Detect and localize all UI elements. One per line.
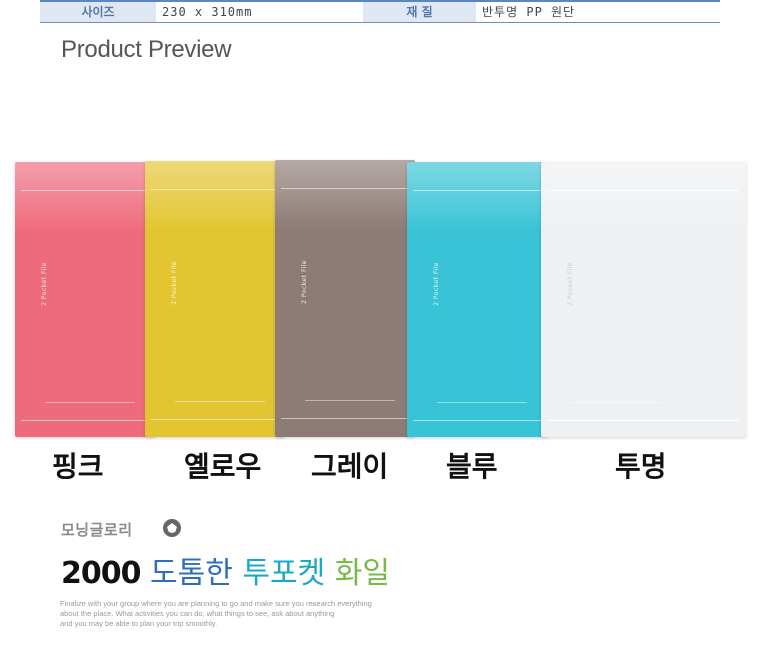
folder-gloss [541, 162, 746, 232]
spec-table: 사이즈 230 x 310mm 재 질 반투명 PP 원단 [40, 0, 720, 23]
product-headline: 2000 도톰한 투포켓 화일 [61, 548, 390, 592]
folder-line [151, 419, 279, 420]
headline-word-2: 투포켓 [242, 556, 326, 591]
folder-name-clear: 투명 [615, 450, 667, 483]
folder-spine-text: 2 Pocket File [567, 262, 574, 306]
folder-line [21, 420, 149, 421]
folder-spine-text: 2 Pocket File [41, 262, 48, 306]
folder-gloss [15, 162, 155, 232]
size-value: 230 x 310mm [162, 5, 253, 19]
folder-line [281, 188, 409, 189]
folder-gray: 2 Pocket File [275, 160, 415, 437]
folder-foot [175, 401, 265, 418]
folder-line [547, 190, 740, 191]
preview-title: Product Preview [61, 36, 232, 63]
folder-foot [437, 402, 527, 419]
folder-foot [45, 402, 135, 419]
folder-spine-text: 2 Pocket File [433, 262, 440, 306]
folder-line [413, 420, 541, 421]
headline-word-1: 도톰한 [150, 556, 233, 591]
folder-line [547, 420, 740, 421]
folder-spine-text: 2 Pocket File [301, 260, 308, 304]
brand-logo-icon [163, 519, 181, 537]
headline-word-3: 화일 [334, 556, 390, 591]
folder-yellow: 2 Pocket File [145, 161, 285, 437]
folder-blue: 2 Pocket File [407, 162, 547, 437]
folder-pink: 2 Pocket File [15, 162, 155, 437]
folder-foot [571, 402, 661, 419]
folder-foot [305, 400, 395, 417]
folder-lineup: 2 Pocket File 2 Pocket File 2 Pocket Fil… [0, 150, 760, 450]
description-line: and you may be able to plan your trip sm… [60, 619, 218, 628]
material-value: 반투명 PP 원단 [482, 5, 576, 19]
folder-line [413, 190, 541, 191]
folder-gloss [145, 161, 285, 231]
folder-name-yellow: 옐로우 [184, 450, 262, 483]
folder-line [21, 190, 149, 191]
folder-clear: 2 Pocket File [541, 162, 746, 437]
folder-line [151, 189, 279, 190]
folder-name-blue: 블루 [446, 450, 498, 483]
description-line: Finalize with your group where you are p… [60, 599, 372, 608]
size-label: 사이즈 [40, 2, 156, 22]
folder-spine-text: 2 Pocket File [171, 261, 178, 305]
description-line: about the place. What activities you can… [60, 609, 335, 618]
folder-gloss [407, 162, 547, 232]
brand-name: 모닝글로리 [61, 521, 133, 539]
folder-gloss [275, 160, 415, 230]
material-label: 재 질 [363, 2, 476, 22]
product-description: Finalize with your group where you are p… [60, 599, 420, 629]
folder-name-pink: 핑크 [52, 450, 104, 483]
folder-name-gray: 그레이 [311, 450, 389, 483]
headline-number: 2000 [61, 556, 141, 591]
folder-line [281, 418, 409, 419]
